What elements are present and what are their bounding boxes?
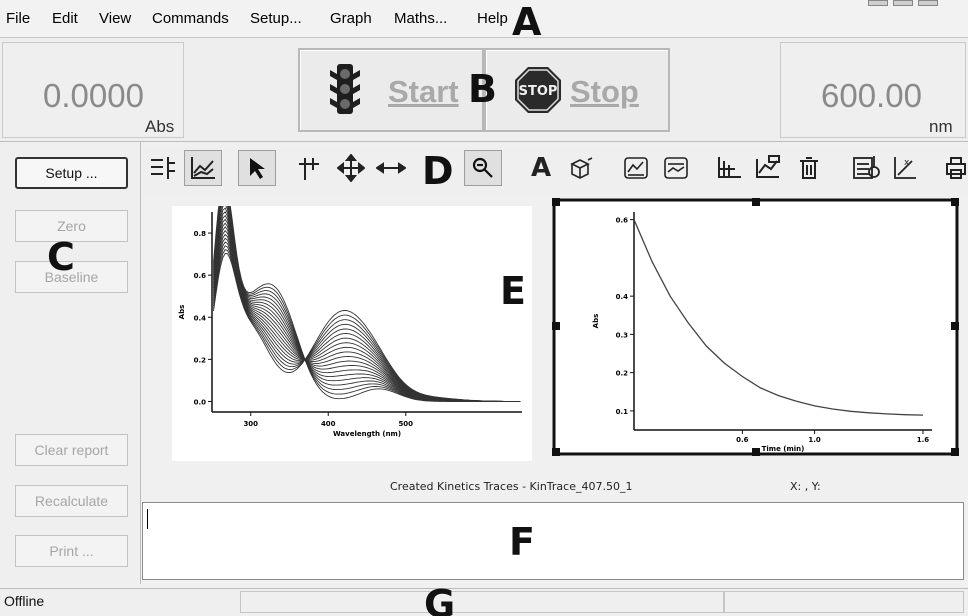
menu-graph[interactable]: Graph — [330, 10, 372, 27]
delete-icon[interactable] — [790, 150, 828, 186]
recalculate-button[interactable]: Recalculate — [15, 485, 128, 517]
stop-button[interactable]: STOP Stop — [484, 48, 670, 132]
graph-format-icon[interactable] — [657, 150, 695, 186]
status-segment-middle — [240, 591, 724, 613]
coords-readout: X: , Y: — [790, 480, 821, 493]
3d-box-icon[interactable] — [562, 150, 600, 186]
setup-button[interactable]: Setup ... — [15, 157, 128, 189]
menu-maths[interactable]: Maths... — [394, 10, 447, 27]
y-tick-label: 0.4 — [616, 293, 629, 301]
readout-bar: 0.0000 Abs Start STOP Stop B 600.00 nm — [0, 38, 968, 142]
move-icon[interactable] — [332, 150, 370, 186]
graph-caption: Created Kinetics Traces - KinTrace_407.5… — [390, 480, 633, 493]
print-button[interactable]: Print ... — [15, 535, 128, 567]
status-bar: Offline G — [0, 582, 968, 616]
menu-file[interactable]: File — [6, 10, 30, 27]
callout-c: C — [47, 235, 75, 279]
maximize-button[interactable] — [893, 0, 913, 6]
minimize-button[interactable] — [868, 0, 888, 6]
y-tick-label: 0.0 — [194, 398, 207, 406]
text-caret — [147, 509, 148, 529]
pointer-icon[interactable] — [238, 150, 276, 186]
start-label: Start — [388, 74, 459, 109]
y-axis-label: Abs — [178, 305, 186, 320]
graph-toolbar: A x D — [142, 146, 968, 194]
x-axis-label: Wavelength (nm) — [333, 430, 401, 438]
report-panel[interactable]: F — [142, 502, 964, 580]
y-axis-label: Abs — [592, 314, 600, 329]
y-tick-label: 0.4 — [194, 314, 207, 322]
y-tick-label: 0.2 — [194, 356, 207, 364]
menu-commands[interactable]: Commands — [152, 10, 229, 27]
y-tick-label: 0.8 — [194, 230, 207, 238]
x-axis-label: Time (min) — [762, 445, 805, 453]
scale-icon[interactable]: x — [886, 150, 924, 186]
overlay-icon[interactable] — [748, 150, 786, 186]
stop-sign-text: STOP — [519, 84, 558, 99]
y-tick-label: 0.6 — [616, 217, 629, 225]
horizontal-move-icon[interactable] — [372, 150, 410, 186]
kinetics-chart[interactable]: 0.1 0.2 0.3 0.4 0.6 0.6 1.0 1.6 Time (min) Abs — [552, 198, 959, 456]
command-panel: Setup ... Zero Baseline C Clear report R… — [0, 142, 141, 584]
y-tick-label: 0.3 — [616, 331, 629, 339]
list-icon[interactable] — [144, 150, 182, 186]
clear-report-button[interactable]: Clear report — [15, 434, 128, 466]
graph-properties-icon[interactable] — [617, 150, 655, 186]
zoom-icon[interactable] — [464, 150, 502, 186]
wavelength-panel: 600.00 nm — [780, 42, 966, 138]
absorbance-value: 0.0000 — [43, 77, 144, 114]
x-tick-label: 1.6 — [917, 436, 930, 444]
data-table-icon[interactable] — [847, 150, 885, 186]
x-tick-label: 500 — [398, 420, 413, 428]
crosshair-icon[interactable] — [290, 150, 328, 186]
printer-icon[interactable] — [937, 150, 968, 186]
traffic-light-icon — [330, 64, 360, 114]
status-text: Offline — [4, 593, 45, 609]
stop-label: Stop — [570, 74, 639, 109]
callout-f: F — [509, 520, 535, 564]
start-button[interactable]: Start — [298, 48, 484, 132]
axes-icon[interactable] — [710, 150, 748, 186]
wavelength-value: 600.00 — [821, 77, 922, 114]
absorbance-panel: 0.0000 Abs — [2, 42, 184, 138]
svg-text:x: x — [904, 158, 910, 168]
graph-area: 0.0 0.2 0.4 0.6 0.8 300 400 500 Wavelength (nm) A… — [142, 194, 968, 500]
y-tick-label: 0.1 — [616, 408, 629, 416]
menu-edit[interactable]: Edit — [52, 10, 78, 27]
x-tick-label: 1.0 — [808, 436, 821, 444]
graph-mode-icon[interactable] — [184, 150, 222, 186]
close-button[interactable] — [918, 0, 938, 6]
menu-view[interactable]: View — [99, 10, 131, 27]
x-tick-label: 400 — [321, 420, 336, 428]
callout-a: A — [512, 0, 542, 44]
callout-g: G — [424, 582, 456, 616]
callout-e: E — [500, 269, 526, 313]
spectra-chart[interactable]: 0.0 0.2 0.4 0.6 0.8 300 400 500 Wavelength (nm) A… — [172, 206, 532, 461]
status-segment-right — [724, 591, 964, 613]
callout-d: D — [422, 149, 454, 193]
wavelength-unit: nm — [929, 117, 953, 136]
y-tick-label: 0.6 — [194, 272, 207, 280]
x-tick-label: 300 — [243, 420, 258, 428]
y-tick-label: 0.2 — [616, 370, 629, 378]
menu-setup[interactable]: Setup... — [250, 10, 302, 27]
stop-sign-icon: STOP — [515, 67, 561, 113]
x-tick-label: 0.6 — [736, 436, 749, 444]
menu-bar: File Edit View Commands Setup... Graph M… — [0, 0, 968, 44]
absorbance-unit: Abs — [145, 117, 175, 136]
menu-help[interactable]: Help — [477, 10, 508, 27]
text-icon[interactable]: A — [522, 150, 560, 186]
callout-b: B — [468, 67, 497, 111]
